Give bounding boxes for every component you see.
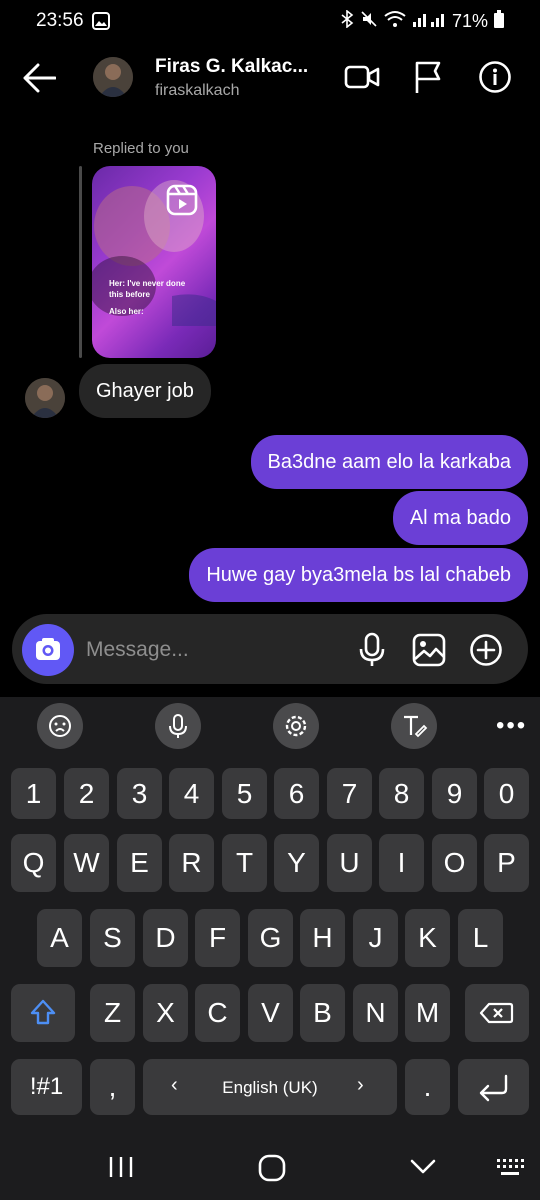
home-icon[interactable] xyxy=(258,1154,286,1187)
outgoing-message[interactable]: Al ma bado xyxy=(392,491,528,545)
video-call-icon[interactable] xyxy=(344,62,380,97)
key[interactable]: C xyxy=(195,984,240,1042)
key[interactable]: J xyxy=(353,909,398,967)
key[interactable]: 2 xyxy=(64,768,109,819)
key[interactable]: T xyxy=(222,834,267,892)
key[interactable]: D xyxy=(143,909,188,967)
info-icon[interactable] xyxy=(478,60,512,99)
key[interactable]: W xyxy=(64,834,109,892)
reply-indicator-bar xyxy=(79,166,82,358)
status-right: 71% xyxy=(340,9,504,33)
key[interactable]: X xyxy=(143,984,188,1042)
enter-key[interactable] xyxy=(458,1059,529,1115)
shift-key[interactable] xyxy=(11,984,75,1042)
hide-keyboard-icon[interactable] xyxy=(409,1158,437,1181)
battery-percent: 71% xyxy=(451,11,488,31)
voice-input-button[interactable] xyxy=(155,703,201,749)
reels-icon xyxy=(166,184,198,221)
contact-username[interactable]: firaskalkach xyxy=(155,82,239,100)
key[interactable]: 3 xyxy=(117,768,162,819)
gallery-icon[interactable] xyxy=(412,633,446,672)
key[interactable]: 6 xyxy=(274,768,319,819)
key[interactable]: F xyxy=(195,909,240,967)
outgoing-message[interactable]: Ba3dne aam elo la karkaba xyxy=(250,435,528,489)
recent-apps-icon[interactable] xyxy=(108,1155,134,1184)
contact-avatar[interactable] xyxy=(93,57,133,97)
key[interactable]: G xyxy=(248,909,293,967)
key[interactable]: K xyxy=(405,909,450,967)
keyboard-settings-button[interactable] xyxy=(273,703,319,749)
key[interactable]: 8 xyxy=(379,768,424,819)
key[interactable]: Y xyxy=(274,834,319,892)
add-icon[interactable] xyxy=(469,633,503,672)
backspace-key[interactable] xyxy=(465,984,529,1042)
message-input[interactable]: Message... xyxy=(86,638,189,662)
sender-avatar[interactable] xyxy=(25,378,65,418)
key[interactable]: A xyxy=(37,909,82,967)
outgoing-message[interactable]: Huwe gay bya3mela bs lal chabeb xyxy=(189,548,528,602)
reel-caption-2: Also her: xyxy=(109,307,144,316)
key[interactable]: S xyxy=(90,909,135,967)
microphone-icon[interactable] xyxy=(358,632,386,673)
key[interactable]: 7 xyxy=(327,768,372,819)
key[interactable]: O xyxy=(432,834,477,892)
battery-icon xyxy=(494,10,504,33)
bluetooth-icon xyxy=(340,9,354,33)
text-edit-button[interactable] xyxy=(391,703,437,749)
replied-label: Replied to you xyxy=(93,140,189,157)
camera-button[interactable] xyxy=(22,624,74,676)
key[interactable]: 0 xyxy=(484,768,529,819)
mute-icon xyxy=(360,10,378,33)
key[interactable]: V xyxy=(248,984,293,1042)
status-time: 23:56 xyxy=(36,10,84,31)
key[interactable]: U xyxy=(327,834,372,892)
status-bar: 23:56 71% xyxy=(0,0,540,44)
chevron-right-icon: › xyxy=(357,1074,364,1096)
wifi-icon xyxy=(384,10,406,33)
more-options-icon[interactable]: ••• xyxy=(496,714,527,738)
key[interactable]: M xyxy=(405,984,450,1042)
back-arrow-icon[interactable] xyxy=(22,62,57,99)
key[interactable]: 4 xyxy=(169,768,214,819)
key[interactable]: Q xyxy=(11,834,56,892)
spacebar[interactable]: ‹ English (UK) › xyxy=(143,1059,397,1115)
symbols-key[interactable]: !#1 xyxy=(11,1059,82,1115)
key[interactable]: E xyxy=(117,834,162,892)
key[interactable]: I xyxy=(379,834,424,892)
key[interactable]: P xyxy=(484,834,529,892)
comma-key[interactable]: , xyxy=(90,1059,135,1115)
emoji-button[interactable] xyxy=(37,703,83,749)
incoming-message[interactable]: Ghayer job xyxy=(79,364,211,418)
gallery-notification-icon xyxy=(92,12,110,35)
key[interactable]: 5 xyxy=(222,768,267,819)
key[interactable]: H xyxy=(300,909,345,967)
key[interactable]: L xyxy=(458,909,503,967)
key[interactable]: R xyxy=(169,834,214,892)
key[interactable]: B xyxy=(300,984,345,1042)
key[interactable]: N xyxy=(353,984,398,1042)
key[interactable]: 1 xyxy=(11,768,56,819)
keyboard-switch-icon[interactable] xyxy=(496,1158,524,1183)
period-key[interactable]: . xyxy=(405,1059,450,1115)
key[interactable]: Z xyxy=(90,984,135,1042)
contact-name[interactable]: Firas G. Kalkac... xyxy=(155,56,308,78)
signal-icon xyxy=(412,10,446,33)
reel-caption-1: Her: I've never done this before xyxy=(109,279,186,299)
reel-thumbnail[interactable]: Her: I've never done this before Also he… xyxy=(92,166,216,358)
key[interactable]: 9 xyxy=(432,768,477,819)
flag-icon[interactable] xyxy=(413,60,443,99)
